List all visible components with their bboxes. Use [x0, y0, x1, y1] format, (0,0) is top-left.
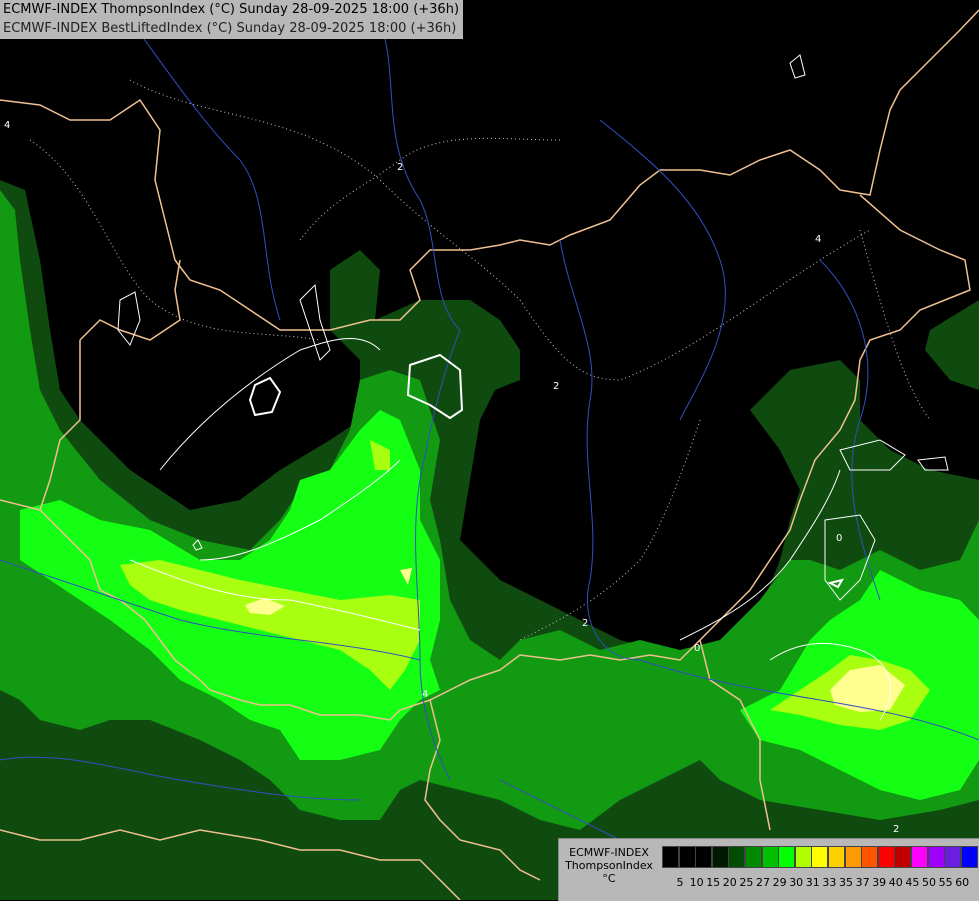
legend-unit: °C	[602, 872, 616, 885]
legend-swatch	[761, 846, 779, 868]
legend-tick: 5	[676, 876, 684, 889]
legend-swatch	[927, 846, 945, 868]
legend-title: ECMWF-INDEX ThompsonIndex °C	[559, 846, 659, 885]
legend-tick: 33	[822, 876, 837, 889]
legend-tick: 25	[739, 876, 754, 889]
legend-swatch	[728, 846, 746, 868]
map-canvas: 4 2 4 2 0 0 4 2 2	[0, 0, 979, 900]
contour-label: 2	[893, 824, 899, 835]
legend-swatch	[678, 846, 696, 868]
legend-tick: 29	[772, 876, 787, 889]
legend-tick: 27	[756, 876, 770, 889]
legend-tick: 37	[855, 876, 870, 889]
legend-swatch	[794, 846, 812, 868]
legend-tick: 55	[938, 876, 953, 889]
legend-swatch	[960, 846, 978, 868]
contour-label: 4	[4, 120, 10, 131]
legend-tick: 60	[955, 876, 970, 889]
legend-swatch	[695, 846, 713, 868]
legend-swatch	[844, 846, 862, 868]
legend-tick: 31	[805, 876, 820, 889]
contour-label: 4	[815, 234, 821, 245]
legend-tick: 15	[706, 876, 721, 889]
legend-swatch	[662, 846, 679, 868]
contour-label: 2	[582, 618, 588, 629]
contour-label: 4	[422, 689, 428, 700]
legend-tick: 20	[722, 876, 737, 889]
legend-swatch	[894, 846, 912, 868]
contour-label: 2	[553, 381, 559, 392]
legend-swatch	[745, 846, 762, 868]
legend-swatch	[711, 846, 729, 868]
legend-swatch	[811, 846, 829, 868]
legend-swatch	[828, 846, 845, 868]
legend-tick: 50	[922, 876, 936, 889]
contour-label: 0	[836, 533, 842, 544]
legend-swatch	[911, 846, 928, 868]
legend-tick: 10	[689, 876, 704, 889]
legend-tick: 39	[872, 876, 887, 889]
legend-model: ECMWF-INDEX	[569, 846, 649, 859]
legend-swatch	[778, 846, 796, 868]
legend-swatch	[877, 846, 895, 868]
title-line-lifted: ECMWF-INDEX BestLiftedIndex (°C) Sunday …	[3, 21, 457, 36]
contour-label: 0	[694, 643, 700, 654]
contour-label: 2	[397, 162, 403, 173]
legend-swatch	[861, 846, 879, 868]
color-legend: ECMWF-INDEX ThompsonIndex °C 5 10 15 20 25 27…	[558, 838, 979, 901]
map-title: ECMWF-INDEX ThompsonIndex (°C) Sunday 28…	[0, 0, 464, 39]
title-line-thompson: ECMWF-INDEX ThompsonIndex (°C) Sunday 28…	[3, 2, 460, 17]
legend-tick: 30	[789, 876, 804, 889]
legend-swatch	[944, 846, 962, 868]
legend-parameter: ThompsonIndex	[565, 859, 653, 872]
legend-tick: 35	[839, 876, 853, 889]
legend-tick: 40	[888, 876, 903, 889]
legend-tick: 45	[905, 876, 920, 889]
